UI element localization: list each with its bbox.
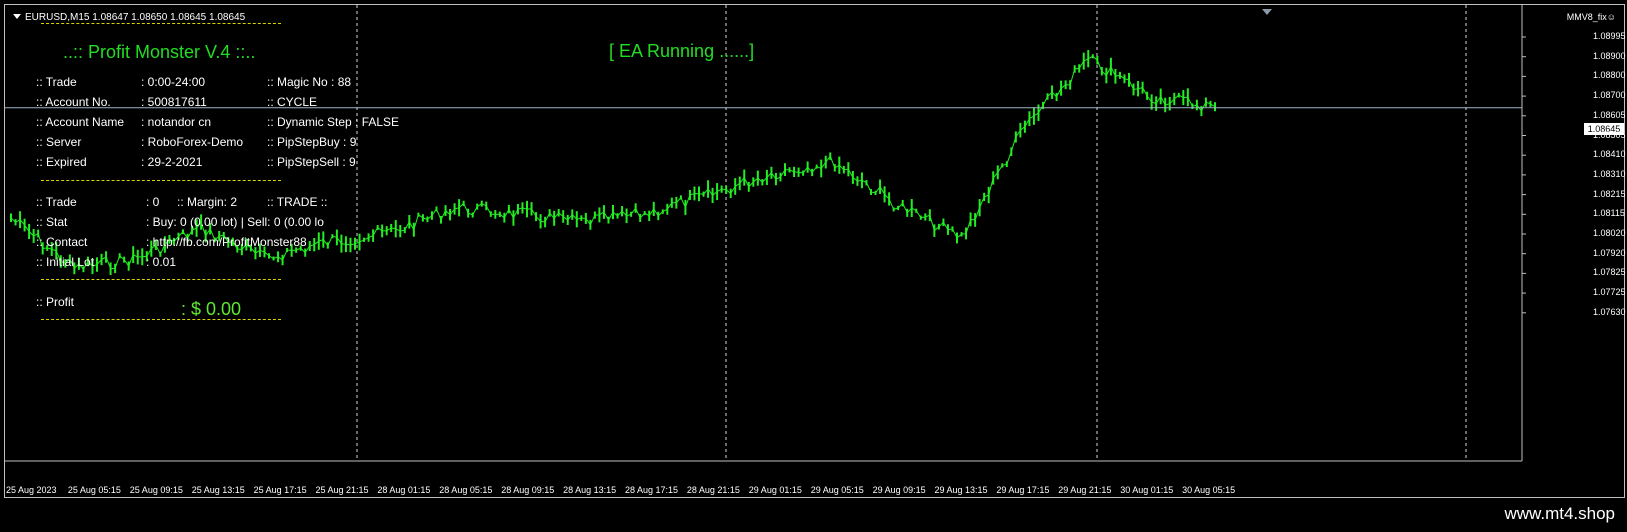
symbol-quote-line: EURUSD,M15 1.08647 1.08650 1.08645 1.086… xyxy=(25,12,246,23)
time-tick-label: 25 Aug 21:15 xyxy=(315,485,369,495)
cycle-label: :: CYCLE xyxy=(267,95,318,109)
time-tick-label: 28 Aug 13:15 xyxy=(563,485,617,495)
time-tick-label: 29 Aug 13:15 xyxy=(934,485,988,495)
profit-value: : $ 0.00 xyxy=(181,299,242,319)
trade-count-label: :: Trade xyxy=(36,195,77,209)
time-tick-label: 30 Aug 01:15 xyxy=(1120,485,1174,495)
chart-shift-marker-icon[interactable] xyxy=(1262,9,1272,15)
time-tick-label: 25 Aug 2023 xyxy=(6,485,57,495)
row-label: :: Server xyxy=(36,135,82,149)
price-tick-label: 1.08310 xyxy=(1593,168,1626,179)
price-tick-label: 1.08700 xyxy=(1593,90,1626,101)
row-value: : 29-2-2021 xyxy=(141,155,203,169)
stat-label: :: Stat xyxy=(36,215,68,229)
price-chart[interactable] xyxy=(5,5,1624,497)
initial-lot-value: : 0.01 xyxy=(146,255,177,269)
stat-value: : Buy: 0 (0.00 lot) | Sell: 0 (0.00 lo xyxy=(146,215,324,229)
row-label: :: Account Name xyxy=(36,115,125,129)
time-tick-label: 25 Aug 13:15 xyxy=(191,485,245,495)
row-label: :: Account No. xyxy=(36,95,111,109)
row-value: : 0:00-24:00 xyxy=(141,75,206,89)
time-tick-label: 25 Aug 17:15 xyxy=(253,485,307,495)
time-tick-label: 29 Aug 09:15 xyxy=(872,485,926,495)
row-label: :: Expired xyxy=(36,155,87,169)
time-tick-label: 29 Aug 01:15 xyxy=(748,485,802,495)
price-tick-label: 1.08800 xyxy=(1593,70,1626,81)
price-tick-label: 1.08410 xyxy=(1593,149,1626,160)
symbol-info: EURUSD,M15 1.08647 1.08650 1.08645 1.086… xyxy=(13,12,245,23)
price-tick-label: 1.08995 xyxy=(1593,31,1626,41)
panel-separator xyxy=(41,279,281,280)
price-tick-label: 1.07920 xyxy=(1593,247,1626,258)
price-tick-label: 1.08115 xyxy=(1593,208,1625,219)
panel-separator xyxy=(41,180,281,181)
row-value: : 500817611 xyxy=(141,95,207,109)
chart-window[interactable]: EURUSD,M15 1.08647 1.08650 1.08645 1.086… xyxy=(4,4,1626,498)
price-tick-label: 1.08505 xyxy=(1593,129,1626,140)
dropdown-triangle-icon[interactable] xyxy=(13,14,21,19)
time-tick-label: 29 Aug 05:15 xyxy=(810,485,864,495)
row-value: : notandor cn xyxy=(141,115,212,129)
time-tick-label: 28 Aug 17:15 xyxy=(625,485,679,495)
price-tick-label: 1.07725 xyxy=(1593,287,1626,298)
time-tick-label: 25 Aug 09:15 xyxy=(129,485,183,495)
price-tick-label: 1.08020 xyxy=(1593,228,1626,238)
magic-number: :: Magic No : 88 xyxy=(267,75,352,89)
row-label: :: Trade xyxy=(36,75,77,89)
time-tick-label: 29 Aug 21:15 xyxy=(1058,485,1112,495)
panel-separator xyxy=(41,23,281,24)
trade-mode: :: TRADE :: xyxy=(267,195,328,209)
contact-value: : http://fb.com/ProfitMonster88 xyxy=(146,235,307,249)
price-tick-label: 1.07825 xyxy=(1593,267,1626,278)
indicator-tag: MMV8_fix☺ xyxy=(1566,12,1616,22)
trade-count-value: : 0 xyxy=(146,195,160,209)
time-tick-label: 28 Aug 01:15 xyxy=(377,485,431,495)
row-value: : RoboForex-Demo xyxy=(141,135,244,149)
ea-status: [ EA Running ......] xyxy=(609,41,755,61)
contact-label: :: Contact xyxy=(36,235,88,249)
price-tick-label: 1.08215 xyxy=(1593,188,1626,199)
time-tick-label: 28 Aug 09:15 xyxy=(501,485,555,495)
pip-step-buy: :: PipStepBuy : 9 xyxy=(267,135,357,149)
time-tick-label: 30 Aug 05:15 xyxy=(1182,485,1236,495)
price-tick-label: 1.08605 xyxy=(1593,109,1626,120)
initial-lot-label: :: Initial Lot xyxy=(36,255,95,269)
price-tick-label: 1.07630 xyxy=(1593,306,1626,317)
time-tick-label: 29 Aug 17:15 xyxy=(996,485,1050,495)
price-tick-label: 1.08900 xyxy=(1593,50,1626,61)
time-tick-label: 25 Aug 05:15 xyxy=(67,485,121,495)
time-tick-label: 28 Aug 21:15 xyxy=(686,485,740,495)
panel-separator xyxy=(41,319,281,320)
ea-title: ..:: Profit Monster V.4 ::.. xyxy=(63,42,256,62)
profit-label: :: Profit xyxy=(36,295,75,309)
margin-value: :: Margin: 2 xyxy=(177,195,238,209)
dynamic-step: :: Dynamic Step : FALSE xyxy=(267,115,400,129)
time-tick-label: 28 Aug 05:15 xyxy=(439,485,493,495)
pip-step-sell: :: PipStepSell : 9 xyxy=(267,155,356,169)
site-watermark: www.mt4.shop xyxy=(1504,504,1615,523)
